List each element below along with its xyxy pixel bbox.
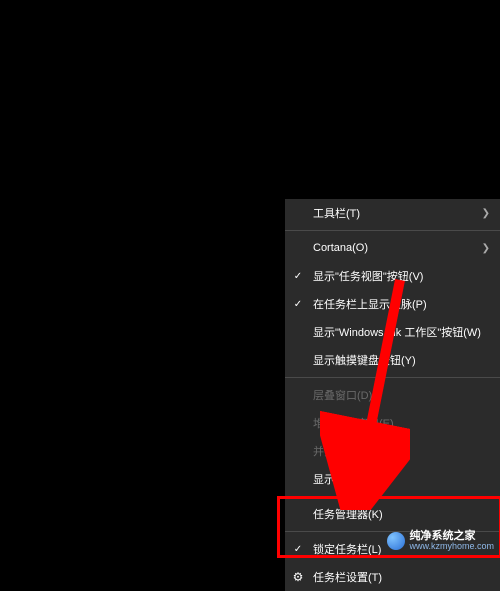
menu-item-taskmgr[interactable]: 任务管理器(K) xyxy=(285,500,500,528)
blank-icon xyxy=(289,323,307,341)
menu-item-ink[interactable]: 显示"Windows Ink 工作区"按钮(W) xyxy=(285,318,500,346)
menu-label: 并排显示窗口(I) xyxy=(313,443,490,459)
watermark-url: www.kzmyhome.com xyxy=(409,542,494,551)
check-icon: ✓ xyxy=(289,540,307,558)
watermark-text: 纯净系统之家 www.kzmyhome.com xyxy=(409,531,494,551)
menu-label: 任务管理器(K) xyxy=(313,506,490,522)
menu-label: Cortana(O) xyxy=(313,242,478,254)
menu-item-cortana[interactable]: Cortana(O) ❯ xyxy=(285,234,500,262)
blank-icon xyxy=(289,505,307,523)
check-icon: ✓ xyxy=(289,267,307,285)
chevron-right-icon: ❯ xyxy=(478,208,490,219)
menu-separator xyxy=(285,496,500,497)
menu-label: 在任务栏上显示人脉(P) xyxy=(313,296,490,312)
menu-item-sidebyside: 并排显示窗口(I) xyxy=(285,437,500,465)
menu-separator xyxy=(285,377,500,378)
menu-item-cascade: 层叠窗口(D) xyxy=(285,381,500,409)
blank-icon xyxy=(289,414,307,432)
menu-label: 层叠窗口(D) xyxy=(313,387,490,403)
watermark: 纯净系统之家 www.kzmyhome.com xyxy=(387,531,494,551)
menu-label: 显示触摸键盘按钮(Y) xyxy=(313,352,490,368)
watermark-logo-icon xyxy=(387,532,405,550)
menu-item-settings[interactable]: ⚙ 任务栏设置(T) xyxy=(285,563,500,591)
menu-label: 显示桌面(S) xyxy=(313,471,490,487)
check-icon: ✓ xyxy=(289,295,307,313)
blank-icon xyxy=(289,386,307,404)
blank-icon xyxy=(289,239,307,257)
menu-label: 显示"任务视图"按钮(V) xyxy=(313,268,490,284)
menu-label: 工具栏(T) xyxy=(313,205,478,221)
menu-item-desktop[interactable]: 显示桌面(S) xyxy=(285,465,500,493)
menu-item-toolbars[interactable]: 工具栏(T) ❯ xyxy=(285,199,500,227)
menu-separator xyxy=(285,230,500,231)
menu-label: 显示"Windows Ink 工作区"按钮(W) xyxy=(313,324,490,340)
menu-label: 任务栏设置(T) xyxy=(313,569,490,585)
menu-label: 堆叠显示窗口(E) xyxy=(313,415,490,431)
menu-item-people[interactable]: ✓ 在任务栏上显示人脉(P) xyxy=(285,290,500,318)
menu-item-stacked: 堆叠显示窗口(E) xyxy=(285,409,500,437)
blank-icon xyxy=(289,204,307,222)
blank-icon xyxy=(289,442,307,460)
menu-item-touchkb[interactable]: 显示触摸键盘按钮(Y) xyxy=(285,346,500,374)
blank-icon xyxy=(289,351,307,369)
blank-icon xyxy=(289,470,307,488)
chevron-right-icon: ❯ xyxy=(478,243,490,254)
menu-item-taskview[interactable]: ✓ 显示"任务视图"按钮(V) xyxy=(285,262,500,290)
